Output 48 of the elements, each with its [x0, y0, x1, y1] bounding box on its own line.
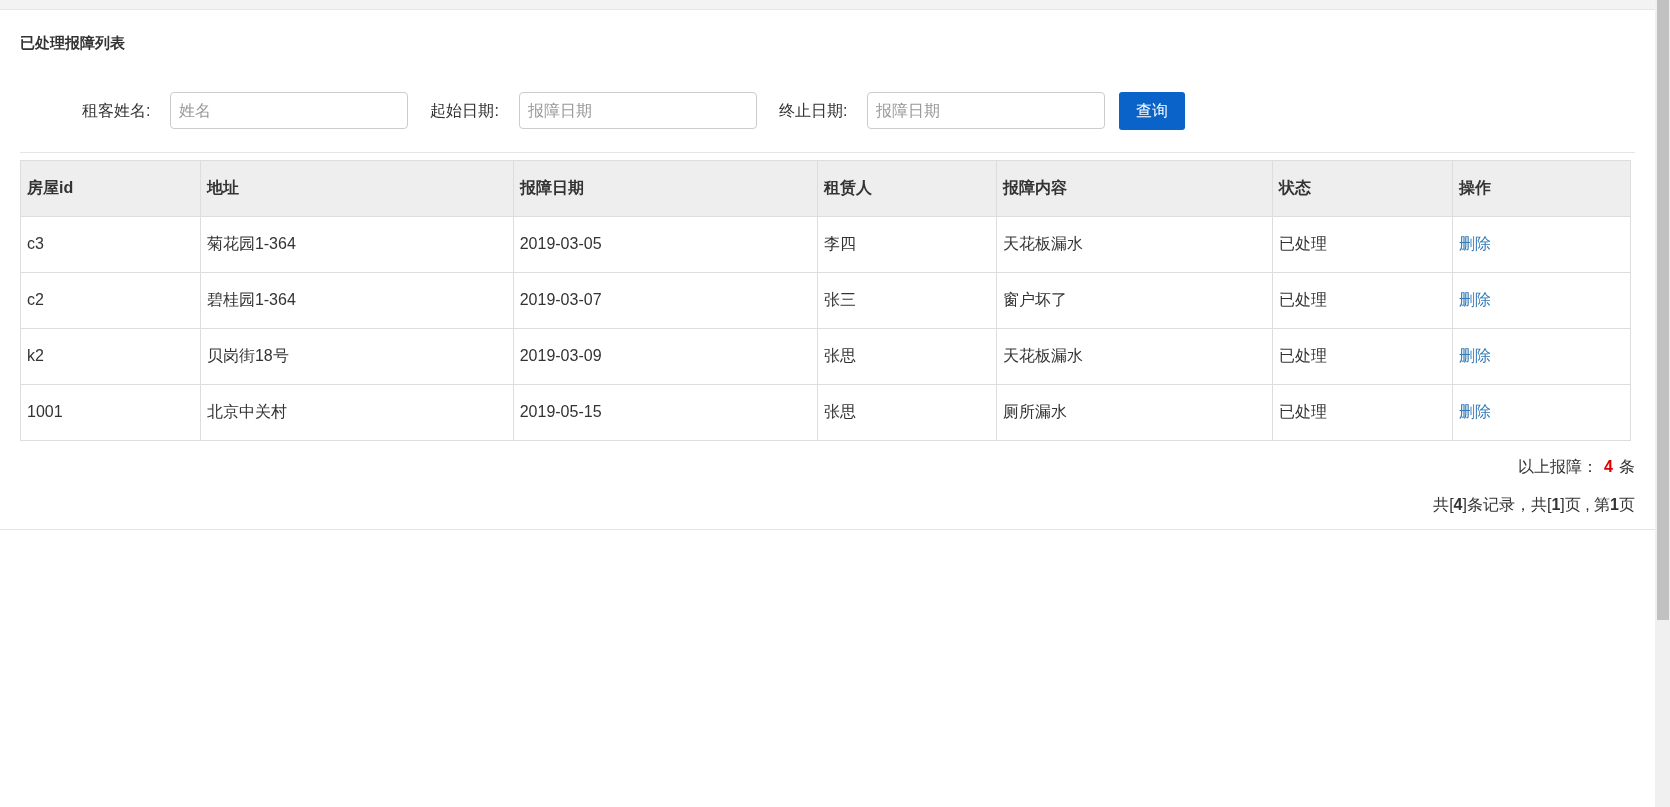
- page-title: 已处理报障列表: [20, 33, 125, 53]
- table-cell: 菊花园1-364: [200, 216, 514, 272]
- table-cell: c3: [20, 216, 201, 272]
- column-header: 地址: [200, 160, 514, 216]
- table-cell: 已处理: [1272, 216, 1453, 272]
- table-cell: 已处理: [1272, 272, 1453, 328]
- table-cell: 贝岗街18号: [200, 328, 514, 384]
- column-header: 操作: [1452, 160, 1631, 216]
- filter-label: 终止日期:: [778, 100, 848, 121]
- column-header: 报障内容: [996, 160, 1273, 216]
- search-button[interactable]: 查询: [1119, 91, 1186, 130]
- filter-input[interactable]: 报障日期: [867, 92, 1106, 129]
- table-cell: 2019-03-09: [513, 328, 817, 384]
- filter-label: 租客姓名:: [82, 100, 151, 121]
- table-cell: 窗户坏了: [996, 272, 1273, 328]
- delete-link[interactable]: 删除: [1459, 235, 1492, 252]
- column-header: 房屋id: [20, 160, 201, 216]
- delete-link[interactable]: 删除: [1459, 403, 1492, 420]
- table-cell: k2: [20, 328, 201, 384]
- delete-link[interactable]: 删除: [1459, 347, 1492, 364]
- table-cell: 天花板漏水: [996, 328, 1273, 384]
- table-cell: 2019-03-07: [513, 272, 817, 328]
- table-cell: 张思: [817, 384, 997, 440]
- table-cell: 北京中关村: [200, 384, 514, 440]
- table-cell: 李四: [817, 216, 997, 272]
- pagination-info: 共[4]条记录，共[1]页 , 第1页: [1433, 494, 1635, 515]
- column-header: 租赁人: [817, 160, 997, 216]
- column-header: 报障日期: [513, 160, 817, 216]
- table-cell: 张思: [817, 328, 997, 384]
- table-cell: c2: [20, 272, 201, 328]
- column-header: 状态: [1272, 160, 1453, 216]
- table-cell: 2019-05-15: [513, 384, 817, 440]
- table-cell: 碧桂园1-364: [200, 272, 514, 328]
- table-cell: 已处理: [1272, 328, 1453, 384]
- record-count: 4: [1604, 456, 1613, 477]
- table-cell: 张三: [817, 272, 997, 328]
- table-cell: 已处理: [1272, 384, 1453, 440]
- filter-label: 起始日期:: [430, 100, 499, 121]
- summary-unit: 条: [1619, 456, 1635, 477]
- scrollbar[interactable]: [1655, 0, 1670, 807]
- filter-input[interactable]: 姓名: [170, 92, 409, 129]
- table-cell: 厕所漏水: [996, 384, 1273, 440]
- table-cell: 1001: [20, 384, 201, 440]
- filter-input[interactable]: 报障日期: [518, 92, 757, 129]
- table-cell: 2019-03-05: [513, 216, 817, 272]
- delete-link[interactable]: 删除: [1459, 291, 1492, 308]
- table-cell: 天花板漏水: [996, 216, 1273, 272]
- summary-text: 以上报障：: [1518, 456, 1599, 477]
